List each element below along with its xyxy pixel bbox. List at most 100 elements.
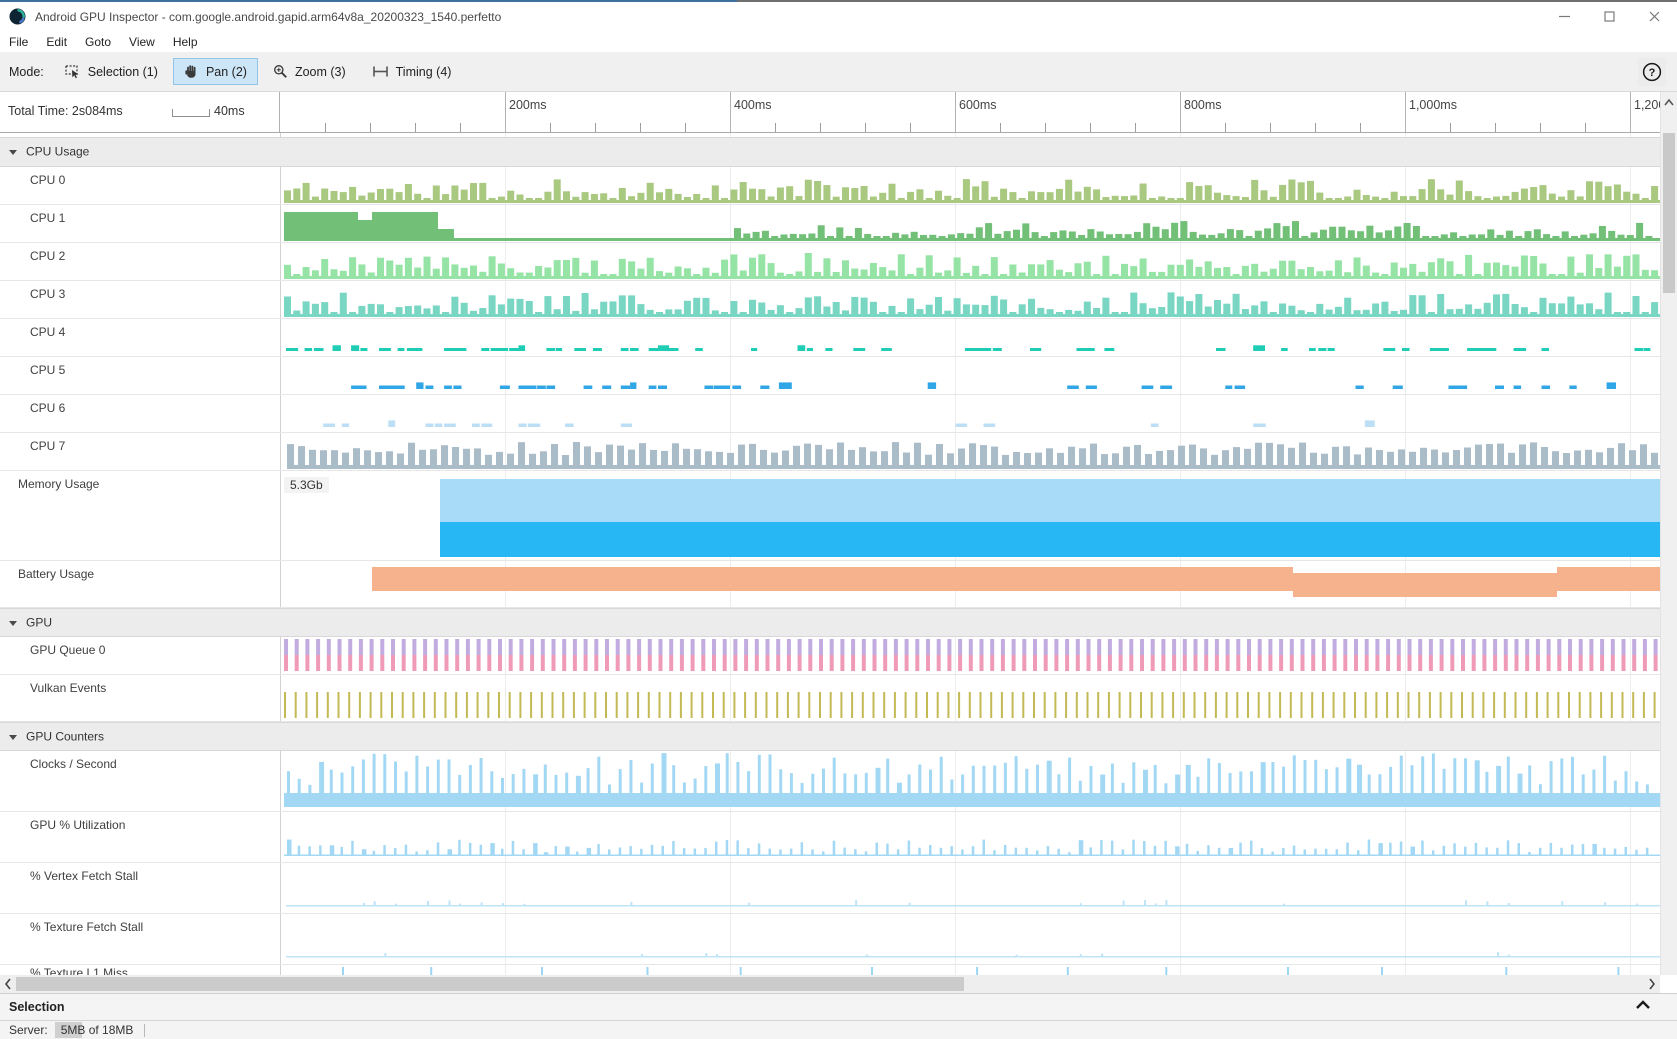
track-chart-vertex-fetch-stall (282, 863, 1660, 913)
collapse-arrow-icon[interactable] (9, 150, 17, 155)
track-row-texture-fetch-stall[interactable]: % Texture Fetch Stall (0, 914, 1660, 965)
group-label: GPU Counters (26, 729, 104, 743)
track-label: CPU 0 (30, 173, 65, 187)
track-label: Memory Usage (18, 477, 99, 491)
track-row-battery[interactable]: Battery Usage (0, 561, 1660, 608)
minor-tick (1585, 123, 1586, 132)
menu-edit[interactable]: Edit (37, 35, 76, 49)
pan-mode-button[interactable]: Pan (2) (173, 58, 258, 85)
scroll-up-icon[interactable] (1663, 96, 1675, 110)
help-button[interactable]: ? (1638, 58, 1666, 86)
track-row-gpu-queue-0[interactable]: GPU Queue 0 (0, 637, 1660, 675)
track-chart-cpu7 (282, 433, 1660, 470)
timeline-viewport[interactable]: CPU Usage CPU 0 CPU 1 CPU 2 CPU 3CPU 4 CPU 5 C… (0, 133, 1660, 975)
track-chart-gpu-utilization (282, 812, 1660, 862)
track-chart-texture-l1-miss (282, 965, 1660, 975)
track-row-cpu7[interactable]: CPU 7 (0, 433, 1660, 471)
track-label: % Texture L1 Miss (30, 966, 128, 975)
collapse-arrow-icon[interactable] (9, 621, 17, 626)
track-row-cpu0[interactable]: CPU 0 (0, 167, 1660, 205)
selection-icon (65, 65, 81, 79)
track-chart-cpu3 (282, 281, 1660, 318)
total-time-label: Total Time: 2s084ms (8, 104, 123, 118)
scroll-left-icon[interactable] (1, 977, 15, 991)
status-bar: Server: 5MB of 18MB (0, 1020, 1677, 1039)
svg-text:?: ? (1649, 67, 1656, 79)
group-header-gpu-counters[interactable]: GPU Counters (0, 722, 1660, 751)
minor-tick (1360, 123, 1361, 132)
menu-help[interactable]: Help (164, 35, 207, 49)
minor-tick (1315, 123, 1316, 132)
minimize-button[interactable] (1542, 2, 1587, 31)
help-icon: ? (1642, 62, 1662, 82)
track-chart-memory (282, 471, 1660, 560)
minor-tick (1000, 123, 1001, 132)
zoom-mode-button[interactable]: Zoom (3) (262, 58, 357, 85)
minor-tick (1135, 123, 1136, 132)
status-separator (144, 1024, 145, 1037)
minor-tick (1225, 123, 1226, 132)
track-row-cpu2[interactable]: CPU 2 (0, 243, 1660, 281)
selection-mode-button[interactable]: Selection (1) (54, 59, 169, 85)
memory-value-badge: 5.3Gb (284, 477, 329, 493)
tick-label: 600ms (959, 98, 997, 112)
group-header-cpu-usage[interactable]: CPU Usage (0, 137, 1660, 167)
minor-tick (820, 123, 821, 132)
track-label: Battery Usage (18, 567, 94, 581)
menu-view[interactable]: View (120, 35, 164, 49)
track-row-cpu1[interactable]: CPU 1 (0, 205, 1660, 243)
close-button[interactable] (1632, 2, 1677, 31)
track-label: CPU 2 (30, 249, 65, 263)
track-row-cpu3[interactable]: CPU 3 (0, 281, 1660, 319)
track-row-memory[interactable]: Memory Usage 5.3Gb (0, 471, 1660, 561)
window-title: Android GPU Inspector - com.google.andro… (35, 10, 501, 24)
menu-file[interactable]: File (0, 35, 37, 49)
track-chart-cpu4 (282, 319, 1660, 356)
collapse-chevron-icon[interactable] (1635, 999, 1651, 1011)
minor-tick (1270, 123, 1271, 132)
track-row-texture-l1-miss[interactable]: % Texture L1 Miss (0, 965, 1660, 975)
menu-goto[interactable]: Goto (76, 35, 120, 49)
minor-tick (460, 123, 461, 132)
group-header-gpu[interactable]: GPU (0, 608, 1660, 637)
minor-tick (1495, 123, 1496, 132)
track-chart-cpu6 (282, 395, 1660, 432)
track-chart-gpu-queue-0 (282, 637, 1660, 674)
major-gridline-1,000ms (1405, 92, 1406, 132)
track-label: GPU Queue 0 (30, 643, 105, 657)
scroll-right-icon[interactable] (1645, 977, 1659, 991)
timing-mode-button[interactable]: Timing (4) (361, 59, 463, 85)
maximize-button[interactable] (1587, 2, 1632, 31)
horizontal-scroll-thumb[interactable] (16, 977, 964, 991)
collapse-arrow-icon[interactable] (9, 735, 17, 740)
vertical-scrollbar[interactable] (1660, 92, 1677, 975)
track-chart-battery (282, 561, 1660, 607)
android-gpu-inspector-window: Android GPU Inspector - com.google.andro… (0, 0, 1677, 1039)
tick-label: 400ms (734, 98, 772, 112)
minor-tick (1450, 123, 1451, 132)
track-chart-clocks-per-second (282, 751, 1660, 811)
minor-tick (910, 123, 911, 132)
selection-panel-header[interactable]: Selection (0, 993, 1677, 1020)
minor-tick (370, 123, 371, 132)
major-gridline-600ms (955, 92, 956, 132)
track-row-cpu5[interactable]: CPU 5 (0, 357, 1660, 395)
track-label: CPU 5 (30, 363, 65, 377)
magnifier-icon (273, 64, 288, 79)
app-logo-icon (9, 8, 26, 25)
vertical-scroll-thumb[interactable] (1663, 133, 1675, 293)
scale-bracket (172, 109, 210, 117)
horizontal-scrollbar[interactable] (0, 975, 1660, 993)
minor-tick (865, 123, 866, 132)
track-row-vertex-fetch-stall[interactable]: % Vertex Fetch Stall (0, 863, 1660, 914)
track-row-cpu6[interactable]: CPU 6 (0, 395, 1660, 433)
track-label: % Texture Fetch Stall (30, 920, 143, 934)
track-row-vulkan-events[interactable]: Vulkan Events (0, 675, 1660, 722)
minor-tick (640, 123, 641, 132)
track-row-clocks-per-second[interactable]: Clocks / Second (0, 751, 1660, 812)
minor-tick (685, 123, 686, 132)
minor-tick (1090, 123, 1091, 132)
track-chart-cpu0 (282, 167, 1660, 204)
track-row-cpu4[interactable]: CPU 4 (0, 319, 1660, 357)
track-row-gpu-utilization[interactable]: GPU % Utilization (0, 812, 1660, 863)
